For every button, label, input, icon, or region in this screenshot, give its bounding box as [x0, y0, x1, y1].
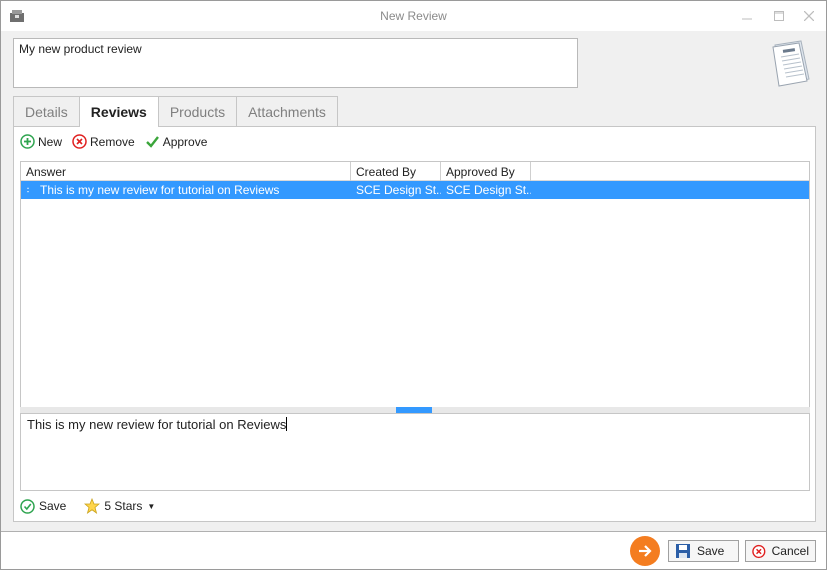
- maximize-button[interactable]: [770, 7, 788, 25]
- review-bottom-bar: Save 5 Stars ▼: [20, 498, 173, 514]
- table-row[interactable]: This is my new review for tutorial on Re…: [21, 181, 809, 199]
- arrow-right-icon: [639, 545, 652, 557]
- save-label: Save: [697, 544, 725, 558]
- review-name-input[interactable]: My new product review: [13, 38, 578, 88]
- cancel-icon: [752, 544, 766, 558]
- close-icon: [804, 11, 814, 21]
- cancel-button[interactable]: Cancel: [745, 540, 816, 562]
- window-title: New Review: [380, 9, 447, 23]
- column-header-created-by[interactable]: Created By: [351, 162, 441, 181]
- tab-strip: Details Reviews Products Attachments: [13, 96, 338, 127]
- maximize-icon: [774, 11, 784, 21]
- column-header-approved-by[interactable]: Approved By: [441, 162, 531, 181]
- minimize-button[interactable]: [738, 7, 756, 25]
- remove-button[interactable]: Remove: [72, 134, 135, 149]
- save-button[interactable]: Save: [668, 540, 739, 562]
- star-icon: [84, 498, 101, 514]
- checkmark-icon: [145, 136, 159, 148]
- grid-header: Answer Created By Approved By: [21, 162, 809, 181]
- review-save-button[interactable]: Save: [20, 498, 67, 514]
- row-indicator-icon: [21, 181, 35, 199]
- close-button[interactable]: [800, 7, 818, 25]
- tab-attachments[interactable]: Attachments: [236, 96, 338, 126]
- dialog-footer: Save Cancel: [1, 531, 826, 569]
- reviews-panel: New Remove Approve Answer Created By App…: [13, 126, 816, 522]
- floppy-icon: [676, 544, 690, 558]
- cell-approved-by: SCE Design St...: [446, 183, 531, 197]
- new-label: New: [38, 134, 63, 149]
- text-caret: [286, 417, 288, 431]
- column-header-answer[interactable]: Answer: [21, 162, 351, 181]
- rating-label: 5 Stars: [104, 499, 143, 513]
- title-bar: New Review: [1, 1, 826, 31]
- tab-products[interactable]: Products: [157, 96, 238, 126]
- tab-details[interactable]: Details: [13, 96, 80, 126]
- remove-icon: [72, 134, 87, 149]
- check-circle-icon: [20, 498, 35, 514]
- go-button[interactable]: [630, 536, 660, 566]
- new-button[interactable]: New: [20, 134, 62, 149]
- reviews-toolbar: New Remove Approve: [20, 134, 217, 149]
- rating-dropdown[interactable]: 5 Stars ▼: [84, 498, 155, 514]
- review-save-label: Save: [39, 499, 67, 513]
- approve-label: Approve: [162, 134, 208, 149]
- editor-text: This is my new review for tutorial on Re…: [27, 417, 287, 432]
- chevron-down-icon: ▼: [147, 501, 156, 511]
- tab-reviews[interactable]: Reviews: [78, 96, 159, 127]
- new-review-window: New Review My new product review Details…: [0, 0, 827, 570]
- minimize-icon: [742, 18, 752, 20]
- document-icon: [767, 39, 813, 87]
- reviews-grid: Answer Created By Approved By This is my…: [20, 161, 810, 409]
- remove-label: Remove: [90, 134, 135, 149]
- add-icon: [20, 134, 35, 149]
- cell-answer: This is my new review for tutorial on Re…: [40, 183, 280, 197]
- cancel-label: Cancel: [771, 544, 809, 558]
- approve-button[interactable]: Approve: [145, 134, 208, 149]
- cell-created-by: SCE Design St...: [356, 183, 441, 197]
- review-text-editor[interactable]: This is my new review for tutorial on Re…: [20, 413, 810, 491]
